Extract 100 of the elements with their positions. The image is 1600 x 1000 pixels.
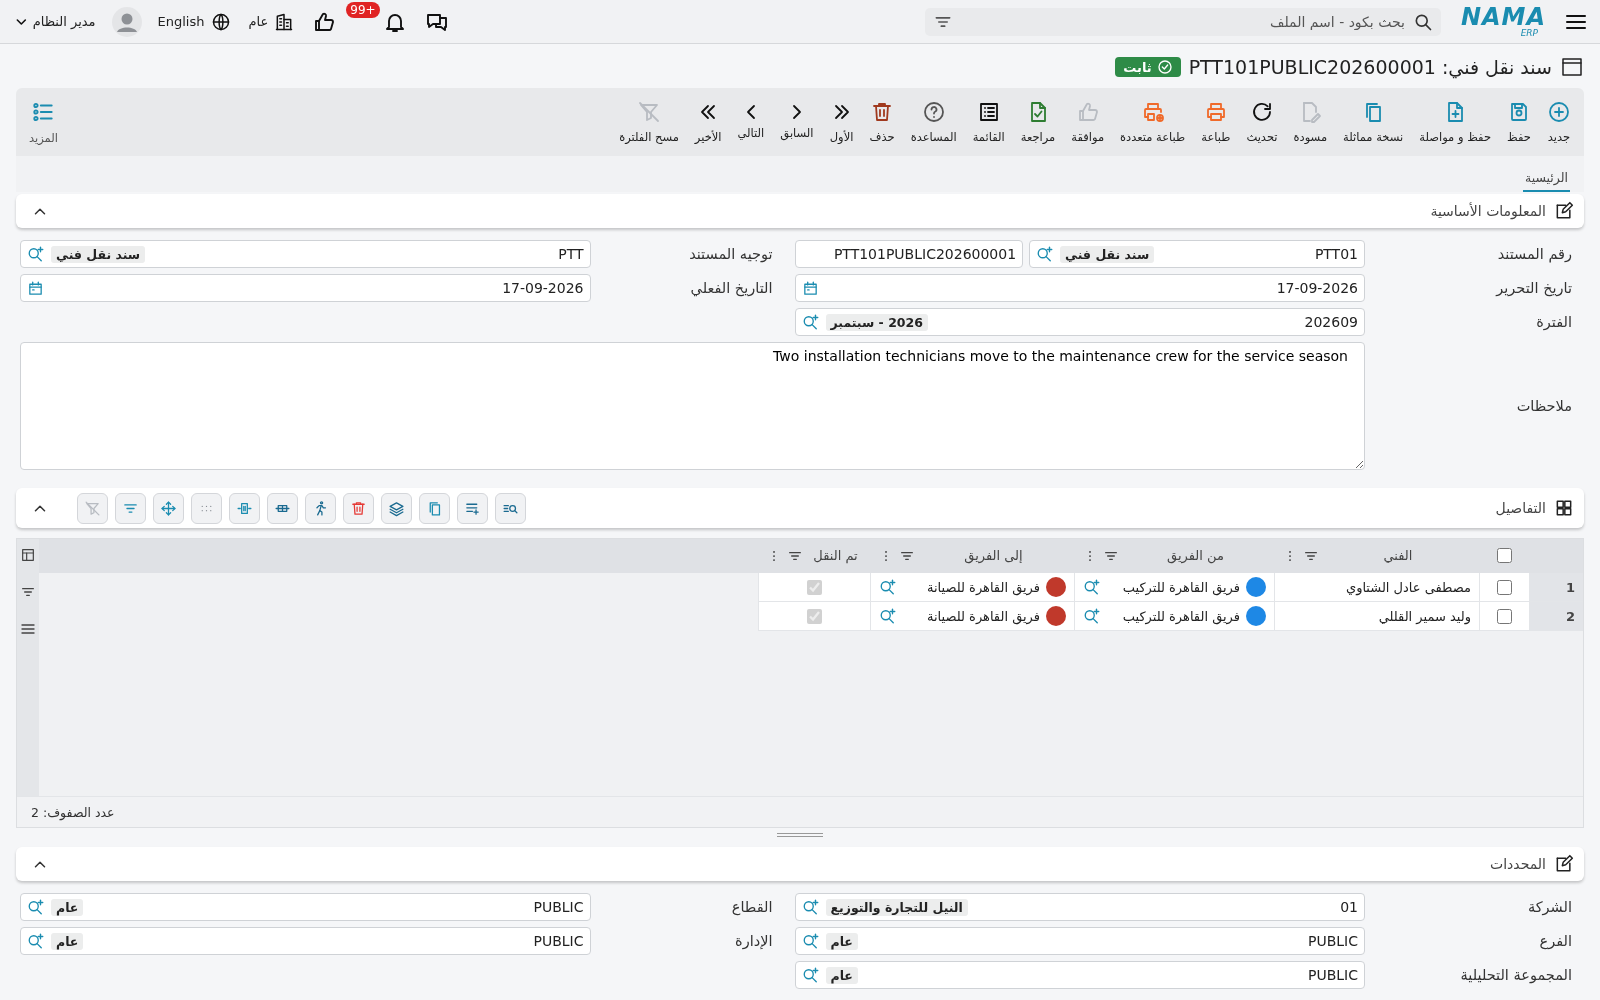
section-title: التفاصيل xyxy=(1495,500,1546,516)
field-label: المجموعة التحليلية xyxy=(1459,967,1573,983)
window-icon xyxy=(1560,55,1584,79)
chevron-icon xyxy=(791,104,802,120)
more-button[interactable]: المزيد xyxy=(22,99,65,145)
tab[interactable]: الرئيسية xyxy=(1522,166,1570,192)
search-plus-icon xyxy=(27,898,45,916)
help-icon xyxy=(921,100,946,124)
search-plus-icon xyxy=(801,898,820,916)
edit-icon xyxy=(1554,201,1574,221)
avatar-icon xyxy=(111,6,142,37)
filter-off-icon xyxy=(637,100,661,124)
column-header[interactable]: الفني xyxy=(1274,539,1479,573)
table-cell: فريق القاهرة للتركيب xyxy=(1122,608,1240,624)
date-field[interactable]: 17-09-2026 xyxy=(794,274,1365,302)
field-label: الفترة xyxy=(1535,314,1573,330)
chevron-icon xyxy=(34,503,46,513)
layers-icon xyxy=(388,499,405,517)
review-button[interactable]: مراجعة xyxy=(1013,100,1063,144)
table-cell: فريق القاهرة للصيانة xyxy=(926,608,1040,624)
date-field[interactable]: 17-09-2026 xyxy=(20,274,591,302)
trash-icon xyxy=(350,499,367,517)
running-figure-button[interactable] xyxy=(305,492,336,524)
filter-off-icon xyxy=(84,499,101,517)
field-label: القطاع xyxy=(730,899,774,915)
field-label: تاريخ التحرير xyxy=(1494,280,1573,296)
grid-icon xyxy=(1554,498,1574,518)
chevron-icon xyxy=(16,17,27,26)
table-icon xyxy=(20,547,36,563)
search-plus-icon xyxy=(801,966,820,984)
chevron-icon xyxy=(34,206,46,216)
field-label: توجيه المستند xyxy=(688,246,774,262)
row-checkbox[interactable] xyxy=(1497,579,1512,595)
row-checkbox[interactable] xyxy=(1497,608,1512,624)
last-button[interactable]: الأخير xyxy=(687,100,729,144)
column-header[interactable]: إلى الفريق xyxy=(870,539,1074,573)
row-number: 2 xyxy=(1529,602,1583,631)
field-label: ملاحظات xyxy=(1515,398,1573,414)
notification-count: 99+ xyxy=(346,1,380,18)
text-field[interactable]: PTT101PUBLIC202600001 xyxy=(794,240,1024,268)
layers-button[interactable] xyxy=(381,492,412,524)
select-all-checkbox[interactable] xyxy=(1497,548,1512,563)
search-plus-icon xyxy=(879,578,897,596)
search-list-button[interactable] xyxy=(495,492,526,524)
field-label: الإدارة xyxy=(734,933,774,949)
search-plus-icon xyxy=(27,245,45,263)
save-continue-button[interactable]: حفظ و مواصلة xyxy=(1412,100,1498,144)
search-field[interactable]: بحث بكود - اسم الملف xyxy=(924,7,1441,36)
duplicate-button[interactable]: نسخة مماثلة xyxy=(1336,100,1411,144)
previous-button[interactable]: السابق xyxy=(773,104,821,140)
move-button[interactable] xyxy=(153,492,184,524)
status-label: ثابت xyxy=(1115,57,1181,77)
user-menu-button[interactable]: مدير النظام xyxy=(14,12,98,31)
lookup-description: سند نقل فني xyxy=(51,245,146,263)
chevron-icon xyxy=(34,859,46,869)
table-cell: فريق القاهرة للصيانة xyxy=(926,579,1040,595)
save-button[interactable]: حفظ xyxy=(1500,100,1538,144)
row-number: 1 xyxy=(1529,573,1583,602)
fit-columns-button[interactable] xyxy=(229,492,260,524)
help-button[interactable]: المساعدة xyxy=(903,100,964,144)
lookup-description: عام xyxy=(825,932,858,950)
column-header[interactable]: تم النقل xyxy=(758,539,870,573)
building-icon xyxy=(274,11,295,32)
filter-button[interactable] xyxy=(115,492,146,524)
branch-button[interactable]: عام xyxy=(246,9,297,34)
field-label: الشركة xyxy=(1526,899,1573,915)
print-button[interactable]: طباعة xyxy=(1194,100,1238,144)
notes-field[interactable]: Two installation technicians move to the maintenance crew for the service season xyxy=(20,342,1365,470)
lookup-description: سند نقل فني xyxy=(1060,245,1155,263)
lookup-description: عام xyxy=(51,932,84,950)
copy-button[interactable] xyxy=(419,492,450,524)
section-title: المعلومات الأساسية xyxy=(1430,203,1546,219)
calendar-icon xyxy=(801,279,819,297)
dots-grid-button[interactable] xyxy=(191,492,222,524)
print-multi-button[interactable]: طباعة متعددة xyxy=(1113,100,1193,144)
lookup-description: 2026 - سبتمبر xyxy=(825,313,928,331)
field-label: الفرع xyxy=(1538,933,1573,949)
trash-button[interactable] xyxy=(343,492,374,524)
new-button[interactable]: جديد xyxy=(1540,100,1578,144)
resize-handle[interactable] xyxy=(777,833,823,837)
search-plus-icon xyxy=(1083,607,1101,625)
search-input[interactable]: بحث بكود - اسم الملف xyxy=(958,12,1407,31)
search-plus-icon xyxy=(1036,245,1055,263)
row-button[interactable] xyxy=(267,492,298,524)
next-button[interactable]: التالي xyxy=(730,104,772,140)
column-header[interactable]: من الفريق xyxy=(1074,539,1274,573)
language-button[interactable]: English xyxy=(155,9,233,34)
refresh-button[interactable]: تحديث xyxy=(1239,100,1285,144)
first-button[interactable]: الأول xyxy=(822,100,861,144)
search-plus-icon xyxy=(801,313,820,331)
row-count: عدد الصفوف: 2 xyxy=(31,804,115,820)
add-rows-button[interactable] xyxy=(457,492,488,524)
lookup-description: عام xyxy=(825,966,858,984)
edit-icon xyxy=(1554,854,1574,874)
list-button[interactable]: القائمة xyxy=(965,100,1012,144)
field-label: رقم المستند xyxy=(1496,246,1573,262)
menu-icon xyxy=(20,621,36,637)
delete-button[interactable]: حذف xyxy=(862,100,902,144)
field-label: التاريخ الفعلي xyxy=(689,280,774,296)
lookup-description: النيل للتجارة والتوزيع xyxy=(825,898,968,916)
